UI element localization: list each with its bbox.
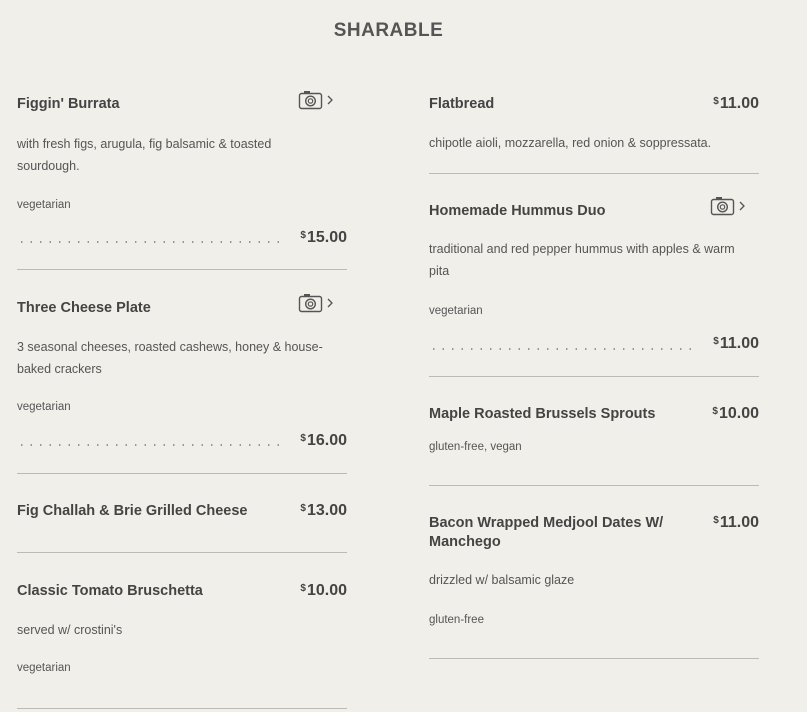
- photo-button[interactable]: [298, 293, 342, 313]
- menu-item[interactable]: Flatbread $11.00 chipotle aioli, mozzare…: [429, 95, 759, 175]
- photo-button[interactable]: [298, 90, 342, 110]
- camera-icon: [298, 91, 333, 110]
- item-name: Homemade Hummus Duo: [429, 203, 606, 219]
- item-description: 3 seasonal cheeses, roasted cashews, hon…: [17, 340, 323, 376]
- menu-item[interactable]: Three Cheese Plate 3 seasonal cheeses, r…: [17, 294, 347, 474]
- item-price: $10.00: [712, 405, 759, 422]
- item-name: Fig Challah & Brie Grilled Cheese: [17, 503, 248, 519]
- item-name: Classic Tomato Bruschetta: [17, 583, 203, 599]
- item-price: $11.00: [713, 514, 759, 531]
- menu-item[interactable]: Homemade Hummus Duo traditional and red …: [429, 197, 759, 378]
- dot-leader: [17, 241, 283, 243]
- camera-icon: [298, 294, 333, 313]
- camera-icon: [710, 197, 745, 216]
- item-description: traditional and red pepper hummus with a…: [429, 242, 735, 278]
- item-divider: [429, 376, 759, 377]
- item-name: Three Cheese Plate: [17, 300, 151, 316]
- item-name: Bacon Wrapped Medjool Dates W/ Manchego: [429, 515, 664, 550]
- item-tag: vegetarian: [17, 199, 71, 211]
- item-name: Flatbread: [429, 96, 495, 112]
- item-tag: gluten-free: [429, 614, 484, 626]
- item-price: $15.00: [300, 229, 347, 246]
- item-price: $11.00: [713, 335, 759, 352]
- item-tag: gluten-free, vegan: [429, 441, 522, 453]
- item-divider: [429, 658, 759, 659]
- item-price: $13.00: [300, 502, 347, 519]
- menu-item[interactable]: Bacon Wrapped Medjool Dates W/ Manchego …: [429, 514, 759, 660]
- item-name: Maple Roasted Brussels Sprouts: [429, 406, 656, 422]
- item-price: $10.00: [300, 582, 347, 599]
- photo-button[interactable]: [710, 196, 754, 216]
- menu-item[interactable]: Classic Tomato Bruschetta $10.00 served …: [17, 582, 347, 710]
- menu-column-left: Figgin' Burrata with fresh figs, arugula…: [17, 0, 347, 712]
- item-divider: [429, 485, 759, 486]
- item-description: drizzled w/ balsamic glaze: [429, 573, 575, 587]
- dot-leader: [429, 348, 695, 350]
- chevron-right-icon: [327, 298, 333, 308]
- item-tag: vegetarian: [17, 401, 71, 413]
- item-tag: vegetarian: [17, 662, 71, 674]
- item-description: with fresh figs, arugula, fig balsamic &…: [17, 137, 272, 173]
- chevron-right-icon: [739, 201, 745, 211]
- dot-leader: [17, 444, 283, 446]
- chevron-right-icon: [327, 95, 333, 105]
- menu-column-right: Flatbread $11.00 chipotle aioli, mozzare…: [429, 0, 759, 712]
- item-divider: [17, 552, 347, 553]
- menu-item[interactable]: Fig Challah & Brie Grilled Cheese $13.00: [17, 502, 347, 554]
- item-description: chipotle aioli, mozzarella, red onion & …: [429, 136, 712, 150]
- item-price: $16.00: [300, 432, 347, 449]
- item-divider: [17, 473, 347, 474]
- item-tag: vegetarian: [429, 305, 483, 317]
- item-divider: [17, 708, 347, 709]
- item-divider: [429, 173, 759, 174]
- item-name: Figgin' Burrata: [17, 96, 120, 112]
- item-price: $11.00: [713, 95, 759, 112]
- menu-item[interactable]: Figgin' Burrata with fresh figs, arugula…: [17, 91, 347, 270]
- menu-item[interactable]: Maple Roasted Brussels Sprouts $10.00 gl…: [429, 405, 759, 487]
- item-divider: [17, 269, 347, 270]
- item-description: served w/ crostini's: [17, 623, 123, 637]
